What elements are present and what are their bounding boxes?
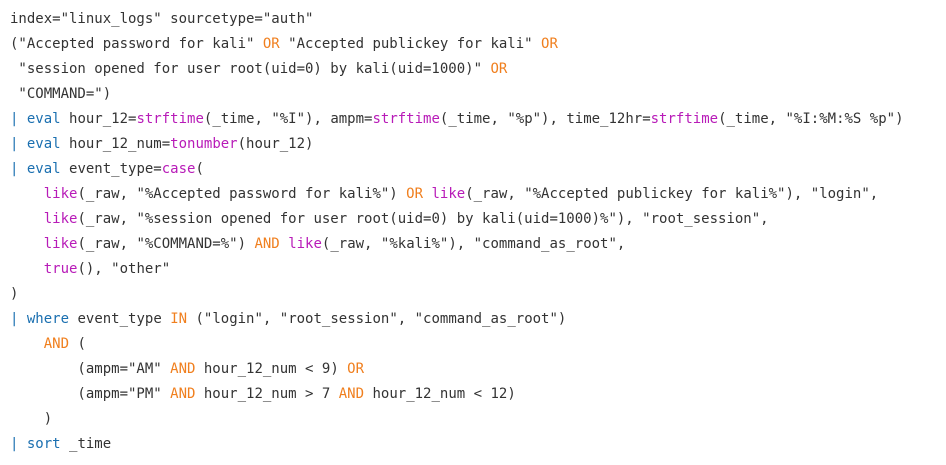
boolean-operator: AND — [254, 236, 280, 252]
code-text: (_raw, "%session opened for user root(ui… — [77, 211, 769, 227]
code-line: true(), "other" — [10, 257, 946, 282]
code-line: | sort _time — [10, 432, 946, 457]
code-text: _time — [60, 436, 112, 452]
code-text: (_raw, "%kali%"), "command_as_root", — [321, 236, 626, 252]
code-line: | eval event_type=case( — [10, 157, 946, 182]
function-name: case — [161, 161, 196, 177]
code-text: ( — [69, 336, 86, 352]
code-text: (), "other" — [77, 261, 171, 277]
code-text: (ampm="AM" — [10, 361, 171, 377]
boolean-operator: IN — [170, 311, 188, 327]
function-name: strftime — [650, 111, 719, 127]
code-line: AND ( — [10, 332, 946, 357]
code-line: ) — [10, 407, 946, 432]
function-name: like — [43, 236, 78, 252]
code-text: event_type — [69, 311, 171, 327]
code-text: hour_12_num= — [60, 136, 171, 152]
code-text: ) — [10, 411, 53, 427]
code-line: ) — [10, 282, 946, 307]
function-name: like — [431, 186, 466, 202]
function-name: strftime — [136, 111, 204, 127]
code-line: ("Accepted password for kali" OR "Accept… — [10, 32, 946, 57]
code-text: index="linux_logs" sourcetype="auth" — [10, 11, 314, 27]
function-name: like — [43, 211, 78, 227]
code-text: "session opened for user root(uid=0) by … — [10, 61, 491, 77]
code-line: (ampm="AM" AND hour_12_num < 9) OR — [10, 357, 946, 382]
code-text: hour_12_num < 12) — [364, 386, 516, 402]
code-line: | eval hour_12_num=tonumber(hour_12) — [10, 132, 946, 157]
function-name: strftime — [372, 111, 440, 127]
boolean-operator: AND — [170, 361, 196, 377]
boolean-operator: OR — [490, 61, 508, 77]
spl-command: eval — [26, 161, 61, 177]
boolean-operator: OR — [541, 36, 558, 52]
code-text: (_time, "%I:%M:%S %p") — [718, 111, 904, 127]
code-text: (_raw, "%COMMAND=%") — [77, 236, 255, 252]
code-text: "Accepted publickey for kali" — [279, 36, 542, 52]
boolean-operator: AND — [338, 386, 365, 402]
code-line: | eval hour_12=strftime(_time, "%I"), am… — [10, 107, 946, 132]
spl-command: where — [26, 311, 70, 327]
code-line: index="linux_logs" sourcetype="auth" — [10, 7, 946, 32]
code-line: "session opened for user root(uid=0) by … — [10, 57, 946, 82]
code-line: like(_raw, "%COMMAND=%") AND like(_raw, … — [10, 232, 946, 257]
code-text: hour_12_num < 9) — [195, 361, 348, 377]
boolean-operator: AND — [43, 336, 70, 352]
code-text: (hour_12) — [237, 136, 314, 152]
code-line: like(_raw, "%Accepted password for kali%… — [10, 182, 946, 207]
code-text: (_time, "%p"), time_12hr= — [439, 111, 651, 127]
code-line: like(_raw, "%session opened for user roo… — [10, 207, 946, 232]
code-line: (ampm="PM" AND hour_12_num > 7 AND hour_… — [10, 382, 946, 407]
spl-code-block: index="linux_logs" sourcetype="auth" ("Ac… — [0, 0, 946, 465]
code-text: ("login", "root_session", "command_as_ro… — [187, 311, 567, 327]
code-text: hour_12_num > 7 — [195, 386, 339, 402]
spl-command: eval — [26, 111, 61, 127]
boolean-operator: OR — [347, 361, 365, 377]
code-text: ("Accepted password for kali" — [10, 36, 263, 52]
code-text: (_raw, "%Accepted password for kali%") — [77, 186, 407, 202]
code-text: "COMMAND=") — [10, 86, 112, 102]
code-text: event_type= — [60, 161, 162, 177]
code-line: | where event_type IN ("login", "root_se… — [10, 307, 946, 332]
code-text: (_time, "%I"), ampm= — [203, 111, 373, 127]
code-text: ( — [195, 161, 204, 177]
spl-command: sort — [26, 436, 61, 452]
spl-command: eval — [26, 136, 61, 152]
function-name: true — [43, 261, 78, 277]
boolean-operator: OR — [262, 36, 280, 52]
code-line: "COMMAND=") — [10, 82, 946, 107]
code-text: (_raw, "%Accepted publickey for kali%"),… — [465, 186, 879, 202]
code-text: ) — [10, 286, 19, 302]
code-text: (ampm="PM" — [10, 386, 171, 402]
boolean-operator: AND — [170, 386, 196, 402]
boolean-operator: OR — [406, 186, 424, 202]
code-text: hour_12= — [60, 111, 137, 127]
function-name: like — [43, 186, 78, 202]
function-name: tonumber — [170, 136, 238, 152]
function-name: like — [288, 236, 322, 252]
